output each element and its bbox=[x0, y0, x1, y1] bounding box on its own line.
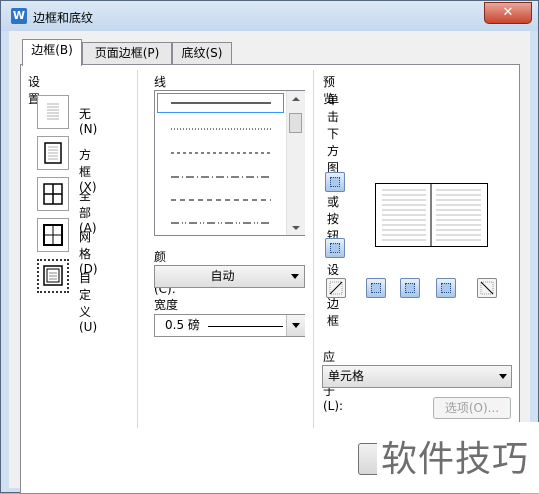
tab-border[interactable]: 边框(B) bbox=[22, 39, 82, 66]
color-value: 自动 bbox=[210, 269, 235, 283]
options-button[interactable]: 选项(O)... bbox=[433, 397, 511, 419]
apply-to-select[interactable]: 单元格 bbox=[322, 365, 512, 388]
title-bar: W 边框和底纹 ✕ bbox=[1, 1, 538, 31]
chevron-down-icon bbox=[499, 374, 507, 379]
setting-label-none[interactable]: 无(N) bbox=[79, 105, 97, 136]
scroll-up-arrow-icon[interactable] bbox=[292, 97, 300, 101]
preview-document-lines bbox=[382, 184, 481, 246]
right-border-icon bbox=[441, 283, 451, 293]
line-style-scrollbar[interactable] bbox=[286, 91, 305, 235]
scroll-thumb[interactable] bbox=[289, 113, 302, 133]
scroll-down-arrow-icon[interactable] bbox=[292, 226, 300, 230]
chevron-down-icon bbox=[291, 274, 299, 279]
inside-horizontal-border-button[interactable] bbox=[325, 238, 345, 258]
all-border-icon[interactable] bbox=[37, 177, 69, 211]
color-select[interactable]: 自动 bbox=[154, 265, 305, 288]
diagonal-down-border-button[interactable] bbox=[477, 278, 497, 298]
setting-label-custom[interactable]: 自定义(U) bbox=[79, 269, 97, 334]
dialog-title: 边框和底纹 bbox=[33, 11, 94, 25]
tab-page-border[interactable]: 页面边框(P) bbox=[82, 42, 172, 64]
left-border-icon bbox=[371, 283, 381, 293]
none-border-icon[interactable] bbox=[37, 95, 69, 129]
box-border-icon[interactable] bbox=[37, 136, 69, 170]
separator-left bbox=[137, 70, 138, 428]
grid-border-icon[interactable] bbox=[37, 218, 69, 252]
width-select[interactable]: 0.5 磅 bbox=[154, 314, 305, 337]
vertical-border-icon bbox=[405, 283, 415, 293]
diagonal-up-icon bbox=[329, 281, 343, 295]
left-border-button[interactable] bbox=[366, 278, 386, 298]
diagonal-up-border-button[interactable] bbox=[326, 278, 346, 298]
line-style-list[interactable] bbox=[154, 90, 305, 236]
top-border-button[interactable] bbox=[325, 172, 345, 192]
close-button[interactable]: ✕ bbox=[484, 2, 532, 24]
inside-vertical-border-button[interactable] bbox=[400, 278, 420, 298]
width-line-sample bbox=[208, 326, 283, 327]
chevron-down-icon bbox=[292, 323, 300, 328]
diagonal-down-icon bbox=[480, 281, 494, 295]
apply-to-value: 单元格 bbox=[328, 369, 365, 383]
wps-app-icon: W bbox=[11, 8, 27, 24]
separator-right bbox=[313, 70, 314, 428]
top-border-icon bbox=[330, 177, 340, 187]
width-dropdown-button[interactable] bbox=[286, 315, 305, 336]
border-preview[interactable] bbox=[375, 183, 488, 247]
width-value: 0.5 磅 bbox=[165, 318, 200, 332]
right-border-button[interactable] bbox=[436, 278, 456, 298]
tab-shading[interactable]: 底纹(S) bbox=[172, 42, 232, 64]
line-style-options[interactable] bbox=[155, 91, 287, 235]
watermark-text: 软件技巧 bbox=[381, 439, 530, 480]
custom-border-icon[interactable] bbox=[37, 259, 69, 293]
horizontal-border-icon bbox=[330, 243, 340, 253]
